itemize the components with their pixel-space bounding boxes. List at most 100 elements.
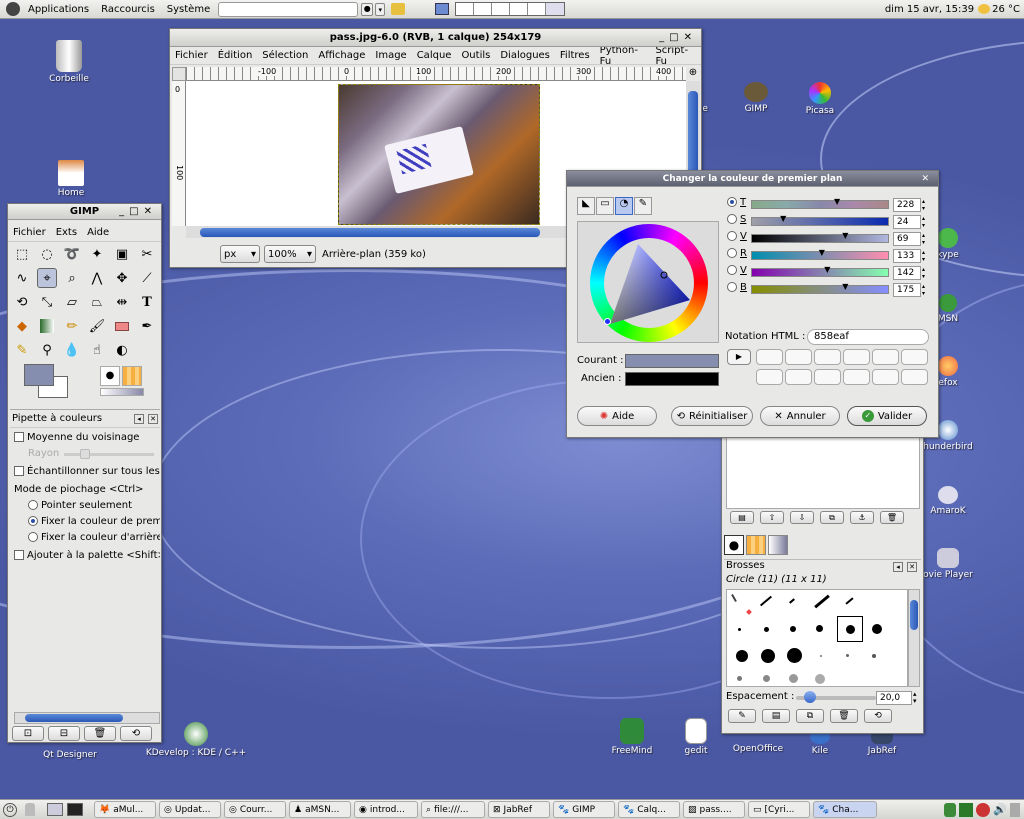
delete-brush-button[interactable]: 🗑 <box>830 709 858 723</box>
history-swatch[interactable] <box>872 349 899 365</box>
task-jabref[interactable]: ⊠ JabRef <box>488 801 550 818</box>
spin-arrows[interactable]: ▴ ▾ <box>922 266 925 280</box>
clone-icon[interactable]: ⚲ <box>37 340 57 360</box>
task-intro[interactable]: ◉ introd... <box>354 801 418 818</box>
navigate-icon[interactable]: ⊕ <box>686 67 700 81</box>
tab-watercolor-selector[interactable]: ✎ <box>634 197 652 215</box>
tab-triangle-selector[interactable]: ◔ <box>615 197 633 215</box>
refresh-brushes-button[interactable]: ⟲ <box>864 709 892 723</box>
color-history-play-button[interactable]: ▶ <box>727 349 751 365</box>
brush-item[interactable] <box>759 595 773 607</box>
new-brush-button[interactable]: ▤ <box>762 709 790 723</box>
tray-amule-icon[interactable] <box>976 802 991 817</box>
mode-pick-only[interactable]: Pointer seulement <box>14 498 156 514</box>
gnome-foot-icon[interactable] <box>6 2 20 16</box>
history-swatch[interactable] <box>785 349 812 365</box>
run-button[interactable]: ● <box>361 2 374 16</box>
task-layers[interactable]: 🐾 Calq... <box>618 801 680 818</box>
spin-arrows[interactable]: ▴ ▾ <box>922 215 925 229</box>
green-value[interactable]: 142 <box>893 266 921 280</box>
eraser-icon[interactable] <box>112 316 132 336</box>
blur-icon[interactable]: 💧 <box>62 340 82 360</box>
duplicate-layer-button[interactable]: ⧉ <box>820 511 844 524</box>
menu-fichier[interactable]: Fichier <box>170 50 213 61</box>
brush-item[interactable] <box>816 625 823 632</box>
run-command-input[interactable] <box>218 1 359 17</box>
options-scroll-thumb[interactable] <box>25 714 123 722</box>
color-select-icon[interactable]: ▣ <box>112 244 132 264</box>
green-slider[interactable] <box>751 268 889 277</box>
rotate-icon[interactable]: ⟲ <box>12 292 32 312</box>
menu-script-fu[interactable]: Script-Fu <box>650 45 701 67</box>
fuzzy-select-icon[interactable]: ✦ <box>87 244 107 264</box>
color-picker-icon[interactable]: ⌖ <box>37 268 57 288</box>
tray-network-icon[interactable] <box>959 802 974 817</box>
toolbox-menu-exts[interactable]: Exts <box>51 227 82 238</box>
desktop-icon-amarok[interactable]: AmaroK <box>918 486 978 516</box>
spacing-input[interactable]: 20,0 <box>876 691 912 705</box>
options-scrollbar[interactable] <box>14 712 160 724</box>
lock-icon[interactable] <box>25 803 35 816</box>
spin-arrows[interactable]: ▴ ▾ <box>922 232 925 246</box>
fg-bg-colors[interactable] <box>24 364 74 400</box>
history-swatch[interactable] <box>785 369 812 385</box>
brush-item[interactable] <box>815 674 825 684</box>
flip-icon[interactable]: ⇹ <box>112 292 132 312</box>
ink-icon[interactable]: ✎ <box>12 340 32 360</box>
brush-item[interactable] <box>872 624 882 634</box>
channel-radio[interactable] <box>727 248 737 258</box>
dropdown-button[interactable]: ▾ <box>375 2 386 16</box>
channel-radio[interactable] <box>727 282 737 292</box>
task-mail[interactable]: ◎ Courr... <box>224 801 286 818</box>
spin-arrows[interactable]: ▴ ▾ <box>913 691 917 705</box>
ellipse-select-icon[interactable]: ◌ <box>37 244 57 264</box>
tray-trash-icon[interactable] <box>1010 802 1020 817</box>
task-gimp[interactable]: 🐾 GIMP <box>553 801 615 818</box>
layers-list[interactable] <box>726 435 920 509</box>
brush-item[interactable] <box>814 594 830 609</box>
brush-item[interactable] <box>820 655 822 657</box>
color-dialog-titlebar[interactable]: Changer la couleur de premier plan ✕ <box>567 171 938 187</box>
average-checkbox[interactable]: Moyenne du voisinage <box>14 430 156 446</box>
workspace-switcher[interactable] <box>455 2 566 16</box>
history-swatch[interactable] <box>814 349 841 365</box>
brush-item[interactable] <box>736 650 748 662</box>
help-button[interactable]: ✺ Aide <box>577 406 657 426</box>
delete-options-button[interactable]: 🗑 <box>84 726 116 741</box>
panel-menu-icon[interactable]: ◂ <box>134 414 144 424</box>
menu-raccourcis[interactable]: Raccourcis <box>95 0 161 19</box>
image-canvas[interactable] <box>338 84 540 225</box>
brush-item[interactable] <box>846 654 849 657</box>
history-swatch[interactable] <box>843 369 870 385</box>
brush-item[interactable] <box>790 626 796 632</box>
tray-tree-icon[interactable] <box>944 802 957 817</box>
clock[interactable]: dim 15 avr, 15:39 <box>885 4 974 15</box>
dodge-burn-icon[interactable]: ◐ <box>112 340 132 360</box>
menu-selection[interactable]: Sélection <box>257 50 313 61</box>
history-swatch[interactable] <box>843 349 870 365</box>
window-controls[interactable]: _□✕ <box>659 29 697 47</box>
paths-icon[interactable]: ∿ <box>12 268 32 288</box>
reset-button[interactable]: ⟲ Réinitialiser <box>671 406 753 426</box>
task-color-dialog[interactable]: 🐾 Cha... <box>813 801 877 818</box>
history-swatch[interactable] <box>901 369 928 385</box>
task-pass-image[interactable]: ▨ pass.... <box>683 801 745 818</box>
brush-item[interactable] <box>764 627 769 632</box>
raise-layer-button[interactable]: ⇧ <box>760 511 784 524</box>
menu-calque[interactable]: Calque <box>412 50 457 61</box>
brush-item[interactable] <box>872 654 876 658</box>
task-amsn[interactable]: ♟ aMSN... <box>289 801 351 818</box>
saturation-value[interactable]: 24 <box>893 215 921 229</box>
folder-icon[interactable] <box>391 3 406 15</box>
pattern-preview[interactable] <box>122 366 142 386</box>
task-amule[interactable]: 🦊 aMul... <box>94 801 156 818</box>
channel-radio[interactable] <box>727 197 737 207</box>
reset-options-button[interactable]: ⟲ <box>120 726 152 741</box>
scissors-icon[interactable]: ✂ <box>137 244 157 264</box>
close-icon[interactable]: ✕ <box>921 171 934 187</box>
perspective-icon[interactable]: ⏢ <box>87 292 107 312</box>
show-desktop-icon[interactable] <box>435 3 450 15</box>
logout-icon[interactable]: ⏻ <box>3 802 17 817</box>
value-slider[interactable] <box>751 234 889 243</box>
pencil-icon[interactable]: ✏ <box>62 316 82 336</box>
